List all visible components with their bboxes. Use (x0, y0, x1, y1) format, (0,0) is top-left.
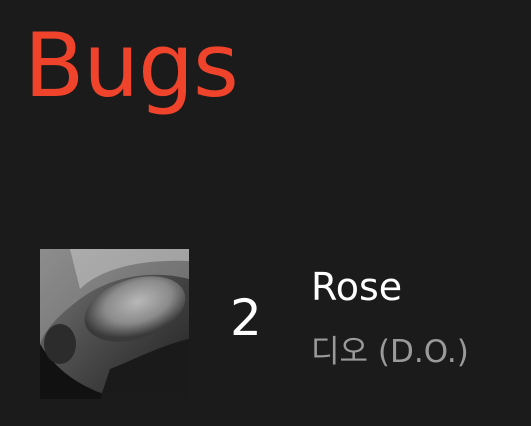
chart-rank: 2 (230, 289, 262, 347)
chart-entry-row[interactable]: 2 Rose 디오 (D.O.) (40, 249, 510, 399)
album-art-image (40, 249, 189, 399)
song-artist[interactable]: 디오 (D.O.) (311, 337, 469, 368)
app-title: Bugs (24, 14, 239, 117)
song-title[interactable]: Rose (311, 268, 402, 306)
